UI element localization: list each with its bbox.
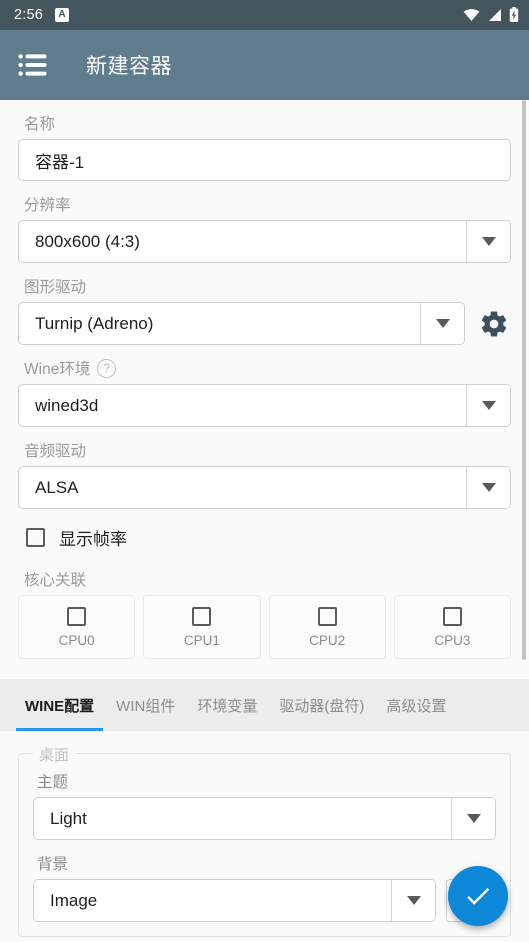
- wine-env-dropdown-arrow[interactable]: [466, 385, 510, 426]
- status-bar-clock: 2:56: [14, 7, 44, 23]
- cell-signal-icon: [489, 9, 501, 21]
- cpu0-label: CPU0: [58, 632, 95, 648]
- tab-env-variables[interactable]: 环境变量: [186, 679, 268, 731]
- audio-driver-select[interactable]: ALSA: [18, 466, 511, 509]
- core-affinity-label: 核心关联: [24, 572, 87, 589]
- chevron-down-icon: [435, 319, 450, 328]
- tab-advanced[interactable]: 高级设置: [375, 679, 457, 731]
- cpu2-label: CPU2: [309, 632, 346, 648]
- background-select[interactable]: Image: [33, 879, 436, 922]
- confirm-fab-button[interactable]: [448, 866, 508, 926]
- desktop-group: 桌面 主题 Light 背景 Image: [18, 744, 511, 937]
- graphics-driver-row: Turnip (Adreno): [18, 302, 511, 345]
- resolution-select[interactable]: 800x600 (4:3): [18, 220, 511, 263]
- cpu-cell[interactable]: CPU2: [268, 595, 386, 659]
- name-input[interactable]: 容器-1: [18, 139, 511, 181]
- show-fps-checkbox-row[interactable]: 显示帧率: [26, 525, 511, 550]
- resolution-dropdown-arrow[interactable]: [466, 221, 510, 262]
- theme-select[interactable]: Light: [33, 797, 496, 840]
- chevron-down-icon: [481, 483, 496, 492]
- gear-icon: [481, 311, 507, 336]
- settings-tab-bar: WINE配置 WIN组件 环境变量 驱动器(盘符) 高级设置: [0, 679, 529, 731]
- app-badge-icon: A: [55, 8, 70, 22]
- resolution-row: 800x600 (4:3): [18, 220, 511, 263]
- check-icon: [467, 888, 490, 905]
- status-bar: 2:56 A: [0, 0, 529, 30]
- audio-driver-row: ALSA: [18, 466, 511, 509]
- chevron-down-icon: [481, 401, 496, 410]
- cpu1-label: CPU1: [183, 632, 220, 648]
- settings-scroll-area[interactable]: 名称 容器-1 分辨率 800x600 (4:3) 图形驱动 Turnip (A…: [0, 100, 529, 942]
- audio-driver-dropdown-arrow[interactable]: [466, 467, 510, 508]
- tab-wine-config[interactable]: WINE配置: [14, 679, 105, 731]
- theme-label: 主题: [37, 774, 69, 791]
- show-fps-label: 显示帧率: [59, 530, 127, 549]
- graphics-driver-settings-button[interactable]: [477, 307, 511, 341]
- background-row: Image: [33, 879, 496, 922]
- graphics-driver-select[interactable]: Turnip (Adreno): [18, 302, 465, 345]
- vertical-scrollbar[interactable]: [522, 100, 526, 660]
- wine-env-select[interactable]: wined3d: [18, 384, 511, 427]
- graphics-driver-label: 图形驱动: [24, 279, 87, 296]
- show-fps-checkbox[interactable]: [26, 528, 45, 547]
- cpu3-checkbox[interactable]: [442, 606, 462, 626]
- cpu-affinity-grid: CPU0 CPU1 CPU2 CPU3: [18, 595, 511, 659]
- audio-driver-label: 音频驱动: [24, 443, 87, 460]
- list-menu-icon[interactable]: [18, 53, 50, 77]
- audio-driver-value: ALSA: [35, 477, 79, 497]
- wine-env-label: Wine环境: [24, 361, 91, 378]
- cpu2-checkbox[interactable]: [317, 606, 337, 626]
- theme-value: Light: [50, 808, 87, 828]
- chevron-down-icon: [481, 237, 496, 246]
- help-icon[interactable]: ?: [97, 358, 117, 378]
- status-bar-icons: [463, 7, 519, 23]
- background-dropdown-arrow[interactable]: [391, 880, 435, 921]
- wine-env-row: wined3d: [18, 384, 511, 427]
- cpu0-checkbox[interactable]: [67, 606, 87, 626]
- desktop-group-title: 桌面: [33, 744, 76, 765]
- resolution-label: 分辨率: [24, 197, 71, 214]
- cpu1-checkbox[interactable]: [192, 606, 212, 626]
- cpu-cell[interactable]: CPU3: [393, 595, 511, 659]
- app-bar: 新建容器: [0, 30, 529, 100]
- theme-dropdown-arrow[interactable]: [451, 798, 495, 839]
- chevron-down-icon: [466, 814, 481, 823]
- name-label: 名称: [24, 116, 56, 133]
- wine-env-label-row: Wine环境 ?: [24, 357, 511, 379]
- wifi-icon: [463, 9, 480, 21]
- graphics-driver-dropdown-arrow[interactable]: [420, 303, 464, 344]
- background-value: Image: [50, 890, 98, 910]
- chevron-down-icon: [406, 896, 421, 905]
- resolution-value: 800x600 (4:3): [35, 231, 140, 251]
- cpu3-label: CPU3: [434, 632, 471, 648]
- background-label: 背景: [37, 856, 69, 873]
- cpu-cell[interactable]: CPU1: [143, 595, 261, 659]
- battery-charging-icon: [509, 7, 519, 22]
- wine-env-value: wined3d: [35, 395, 99, 415]
- cpu-cell[interactable]: CPU0: [18, 595, 136, 659]
- page-title: 新建容器: [86, 55, 172, 78]
- tab-win-components[interactable]: WIN组件: [105, 679, 186, 731]
- graphics-driver-value: Turnip (Adreno): [35, 313, 154, 333]
- tab-drives[interactable]: 驱动器(盘符): [268, 679, 375, 731]
